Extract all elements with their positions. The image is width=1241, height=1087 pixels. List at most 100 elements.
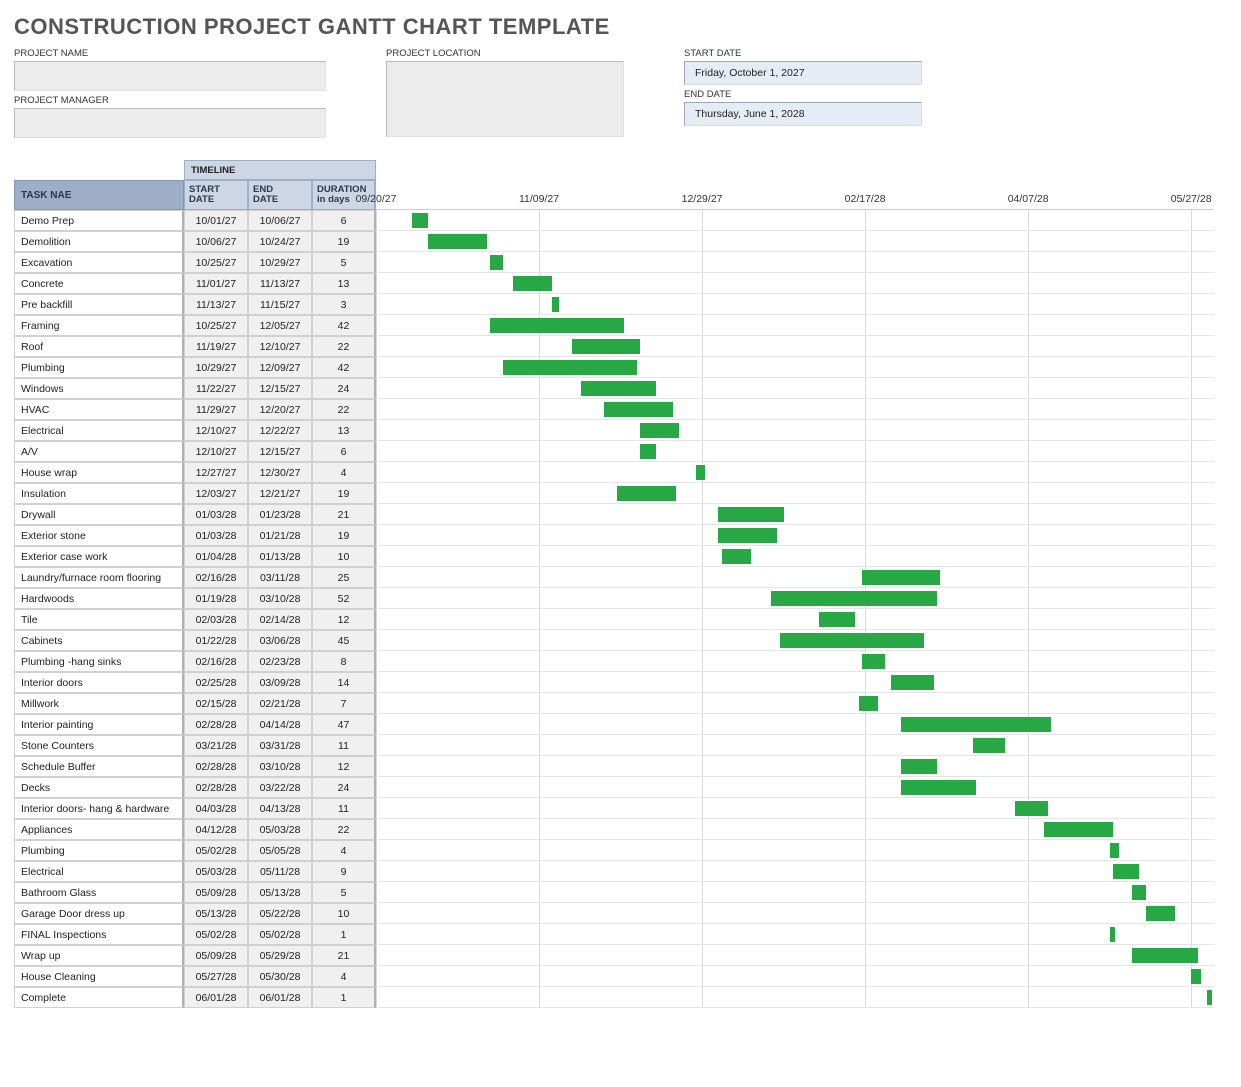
duration-cell[interactable]: 13 bbox=[312, 420, 376, 441]
task-name-cell[interactable]: A/V bbox=[14, 441, 184, 462]
task-name-cell[interactable]: Schedule Buffer bbox=[14, 756, 184, 777]
duration-cell[interactable]: 6 bbox=[312, 210, 376, 231]
end-date-cell[interactable]: 04/14/28 bbox=[248, 714, 312, 735]
start-date-cell[interactable]: 02/15/28 bbox=[184, 693, 248, 714]
end-date-cell[interactable]: 12/21/27 bbox=[248, 483, 312, 504]
task-name-cell[interactable]: Interior painting bbox=[14, 714, 184, 735]
end-date-cell[interactable]: 12/30/27 bbox=[248, 462, 312, 483]
start-date-cell[interactable]: 05/13/28 bbox=[184, 903, 248, 924]
duration-cell[interactable]: 5 bbox=[312, 252, 376, 273]
duration-cell[interactable]: 8 bbox=[312, 651, 376, 672]
duration-cell[interactable]: 3 bbox=[312, 294, 376, 315]
end-date-cell[interactable]: 03/09/28 bbox=[248, 672, 312, 693]
end-date-cell[interactable]: 12/09/27 bbox=[248, 357, 312, 378]
task-name-cell[interactable]: Drywall bbox=[14, 504, 184, 525]
end-date-cell[interactable]: 05/05/28 bbox=[248, 840, 312, 861]
end-date-cell[interactable]: 05/29/28 bbox=[248, 945, 312, 966]
duration-cell[interactable]: 14 bbox=[312, 672, 376, 693]
task-name-cell[interactable]: House Cleaning bbox=[14, 966, 184, 987]
duration-cell[interactable]: 6 bbox=[312, 441, 376, 462]
start-date-cell[interactable]: 10/06/27 bbox=[184, 231, 248, 252]
start-date-cell[interactable]: 02/03/28 bbox=[184, 609, 248, 630]
end-date-cell[interactable]: 05/11/28 bbox=[248, 861, 312, 882]
task-name-cell[interactable]: Interior doors- hang & hardware bbox=[14, 798, 184, 819]
end-date-cell[interactable]: 02/23/28 bbox=[248, 651, 312, 672]
duration-cell[interactable]: 10 bbox=[312, 546, 376, 567]
duration-cell[interactable]: 22 bbox=[312, 336, 376, 357]
end-date-cell[interactable]: 10/06/27 bbox=[248, 210, 312, 231]
end-date-cell[interactable]: 01/21/28 bbox=[248, 525, 312, 546]
end-date-cell[interactable]: 04/13/28 bbox=[248, 798, 312, 819]
start-date-cell[interactable]: 02/25/28 bbox=[184, 672, 248, 693]
end-date-cell[interactable]: 03/31/28 bbox=[248, 735, 312, 756]
start-date-cell[interactable]: 11/29/27 bbox=[184, 399, 248, 420]
task-name-cell[interactable]: Demo Prep bbox=[14, 210, 184, 231]
start-date-cell[interactable]: 10/25/27 bbox=[184, 252, 248, 273]
duration-cell[interactable]: 52 bbox=[312, 588, 376, 609]
duration-cell[interactable]: 9 bbox=[312, 861, 376, 882]
task-name-cell[interactable]: Hardwoods bbox=[14, 588, 184, 609]
start-date-field[interactable]: Friday, October 1, 2027 bbox=[684, 61, 922, 85]
duration-cell[interactable]: 1 bbox=[312, 987, 376, 1008]
start-date-cell[interactable]: 05/03/28 bbox=[184, 861, 248, 882]
duration-cell[interactable]: 10 bbox=[312, 903, 376, 924]
duration-cell[interactable]: 19 bbox=[312, 525, 376, 546]
end-date-cell[interactable]: 12/15/27 bbox=[248, 441, 312, 462]
end-date-cell[interactable]: 02/14/28 bbox=[248, 609, 312, 630]
start-date-cell[interactable]: 01/04/28 bbox=[184, 546, 248, 567]
start-date-cell[interactable]: 12/10/27 bbox=[184, 441, 248, 462]
task-name-cell[interactable]: HVAC bbox=[14, 399, 184, 420]
duration-cell[interactable]: 21 bbox=[312, 945, 376, 966]
duration-cell[interactable]: 11 bbox=[312, 798, 376, 819]
duration-cell[interactable]: 13 bbox=[312, 273, 376, 294]
duration-cell[interactable]: 24 bbox=[312, 378, 376, 399]
start-date-cell[interactable]: 06/01/28 bbox=[184, 987, 248, 1008]
end-date-cell[interactable]: 05/30/28 bbox=[248, 966, 312, 987]
duration-cell[interactable]: 19 bbox=[312, 231, 376, 252]
start-date-cell[interactable]: 05/09/28 bbox=[184, 882, 248, 903]
start-date-cell[interactable]: 04/03/28 bbox=[184, 798, 248, 819]
duration-cell[interactable]: 4 bbox=[312, 966, 376, 987]
task-name-cell[interactable]: Insulation bbox=[14, 483, 184, 504]
task-name-cell[interactable]: Complete bbox=[14, 987, 184, 1008]
task-name-cell[interactable]: Wrap up bbox=[14, 945, 184, 966]
start-date-cell[interactable]: 02/28/28 bbox=[184, 756, 248, 777]
end-date-cell[interactable]: 06/01/28 bbox=[248, 987, 312, 1008]
duration-cell[interactable]: 22 bbox=[312, 819, 376, 840]
task-name-cell[interactable]: Electrical bbox=[14, 420, 184, 441]
task-name-cell[interactable]: Pre backfill bbox=[14, 294, 184, 315]
start-date-cell[interactable]: 01/19/28 bbox=[184, 588, 248, 609]
start-date-cell[interactable]: 05/02/28 bbox=[184, 924, 248, 945]
start-date-cell[interactable]: 10/01/27 bbox=[184, 210, 248, 231]
duration-cell[interactable]: 25 bbox=[312, 567, 376, 588]
start-date-cell[interactable]: 11/13/27 bbox=[184, 294, 248, 315]
end-date-cell[interactable]: 03/11/28 bbox=[248, 567, 312, 588]
start-date-cell[interactable]: 11/01/27 bbox=[184, 273, 248, 294]
start-date-cell[interactable]: 02/16/28 bbox=[184, 567, 248, 588]
end-date-cell[interactable]: 01/13/28 bbox=[248, 546, 312, 567]
end-date-cell[interactable]: 12/05/27 bbox=[248, 315, 312, 336]
start-date-cell[interactable]: 01/03/28 bbox=[184, 504, 248, 525]
start-date-cell[interactable]: 12/27/27 bbox=[184, 462, 248, 483]
task-name-cell[interactable]: Demolition bbox=[14, 231, 184, 252]
task-name-cell[interactable]: House wrap bbox=[14, 462, 184, 483]
task-name-cell[interactable]: Framing bbox=[14, 315, 184, 336]
end-date-cell[interactable]: 10/29/27 bbox=[248, 252, 312, 273]
task-name-cell[interactable]: Exterior stone bbox=[14, 525, 184, 546]
duration-cell[interactable]: 12 bbox=[312, 609, 376, 630]
start-date-cell[interactable]: 04/12/28 bbox=[184, 819, 248, 840]
end-date-cell[interactable]: 03/10/28 bbox=[248, 756, 312, 777]
task-name-cell[interactable]: Roof bbox=[14, 336, 184, 357]
end-date-field[interactable]: Thursday, June 1, 2028 bbox=[684, 102, 922, 126]
duration-cell[interactable]: 24 bbox=[312, 777, 376, 798]
start-date-cell[interactable]: 10/25/27 bbox=[184, 315, 248, 336]
task-name-cell[interactable]: Laundry/furnace room flooring bbox=[14, 567, 184, 588]
start-date-cell[interactable]: 11/19/27 bbox=[184, 336, 248, 357]
end-date-cell[interactable]: 12/22/27 bbox=[248, 420, 312, 441]
task-name-cell[interactable]: Plumbing -hang sinks bbox=[14, 651, 184, 672]
start-date-cell[interactable]: 01/22/28 bbox=[184, 630, 248, 651]
duration-cell[interactable]: 42 bbox=[312, 315, 376, 336]
end-date-cell[interactable]: 12/15/27 bbox=[248, 378, 312, 399]
duration-cell[interactable]: 4 bbox=[312, 462, 376, 483]
duration-cell[interactable]: 11 bbox=[312, 735, 376, 756]
